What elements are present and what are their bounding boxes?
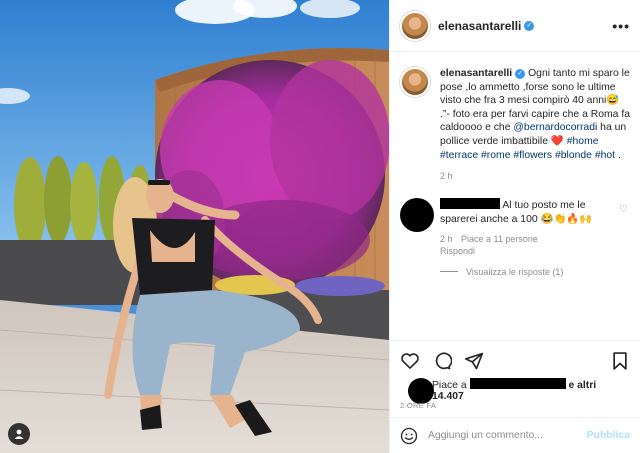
- comment-likes[interactable]: Piace a 11 persone: [461, 234, 538, 244]
- comment-item: Al tuo posto me le sparerei anche a 100 …: [400, 197, 630, 257]
- share-icon[interactable]: [464, 351, 484, 371]
- publish-button[interactable]: Pubblica: [587, 430, 630, 441]
- add-comment-bar: Pubblica: [390, 417, 640, 453]
- likes-prefix: Piace a: [432, 380, 467, 391]
- hashtag-link[interactable]: #home: [567, 136, 599, 147]
- emoji-icon[interactable]: [400, 427, 418, 445]
- mention-link[interactable]: @bernardocorradi: [513, 122, 597, 133]
- likes-summary[interactable]: Piace a e altri 14.407: [400, 377, 630, 404]
- post-actions: Piace a e altri 14.407 2 ORE FA: [390, 340, 640, 420]
- comment-input[interactable]: [428, 430, 587, 441]
- caption-timestamp: 2 h: [440, 171, 453, 182]
- liker-username-redacted[interactable]: [469, 378, 566, 389]
- caption-segment: .: [615, 149, 621, 161]
- caption-author-avatar[interactable]: [400, 67, 430, 97]
- replies-divider: [440, 271, 458, 273]
- hashtag-link[interactable]: #blonde: [555, 150, 592, 161]
- caption-text: elenasantarelli ✓ Ogni tanto mi sparo le …: [440, 67, 630, 162]
- caption-username[interactable]: elenasantarelli: [440, 68, 512, 79]
- verified-badge-icon: ✓: [515, 69, 526, 79]
- hashtag-link[interactable]: #terrace: [440, 150, 478, 161]
- more-options-icon[interactable]: •••: [612, 18, 630, 34]
- hashtag-link[interactable]: #hot: [595, 150, 615, 161]
- photo-illustration: [0, 0, 389, 453]
- author-username[interactable]: elenasantarelli: [438, 19, 521, 33]
- view-replies-label: Visualizza le risposte (1): [466, 266, 564, 277]
- user-tag-icon[interactable]: [8, 423, 30, 445]
- comment-text: Al tuo posto me le sparerei anche a 100 …: [440, 197, 620, 227]
- hashtag-link[interactable]: #flowers: [513, 150, 552, 161]
- comments-list[interactable]: elenasantarelli ✓ Ogni tanto mi sparo le …: [390, 53, 640, 338]
- commenter-avatar-redacted[interactable]: [400, 197, 434, 232]
- verified-badge-icon: ✓: [524, 20, 535, 31]
- post-photo[interactable]: [0, 0, 389, 453]
- post-side-panel: elenasantarelli ✓ ••• elenasantarelli ✓ O…: [389, 0, 640, 453]
- likes-text: Piace a e altri 14.407: [432, 378, 630, 402]
- post-caption: elenasantarelli ✓ Ogni tanto mi sparo le …: [400, 67, 630, 184]
- comment-icon[interactable]: [432, 351, 452, 371]
- reply-button[interactable]: Rispondi: [440, 246, 475, 256]
- comment-timestamp: 2 h: [440, 233, 453, 244]
- action-bar: [400, 349, 630, 373]
- heart-icon[interactable]: [400, 351, 420, 371]
- commenter-username-redacted[interactable]: [440, 197, 500, 209]
- hashtag-link[interactable]: #rome: [481, 150, 510, 161]
- author-avatar[interactable]: [400, 10, 430, 41]
- post-header: elenasantarelli ✓ •••: [390, 0, 640, 52]
- save-icon[interactable]: [610, 351, 630, 371]
- view-replies-button[interactable]: Visualizza le risposte (1): [440, 267, 630, 277]
- comment-meta: 2 h Piace a 11 persone Rispondi: [440, 233, 620, 257]
- heart-emoji: ❤️: [550, 135, 564, 147]
- comment-heart-icon[interactable]: ♡: [619, 204, 628, 215]
- post-date[interactable]: 2 ORE FA: [400, 401, 630, 410]
